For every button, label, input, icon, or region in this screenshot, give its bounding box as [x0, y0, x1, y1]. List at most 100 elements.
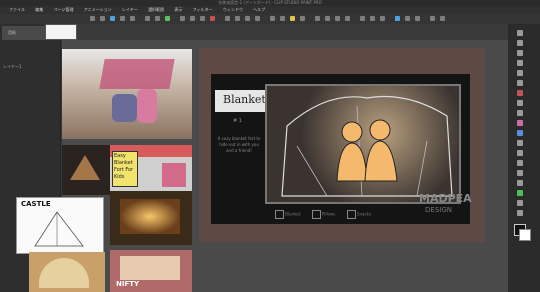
invert-icon[interactable]	[210, 16, 215, 21]
transform-icon[interactable]	[180, 16, 185, 21]
rotate-icon[interactable]	[245, 16, 250, 21]
pencil-icon[interactable]	[517, 40, 523, 46]
pen-icon[interactable]	[517, 30, 523, 36]
fill-icon[interactable]	[335, 16, 340, 21]
command-bar	[0, 14, 540, 24]
photo-nifty: NIFTY	[110, 250, 192, 292]
hand-icon[interactable]	[517, 200, 523, 206]
layer-name: 用紙	[8, 30, 16, 35]
nifty-label: NIFTY	[116, 280, 140, 288]
gradient-icon[interactable]	[517, 100, 523, 106]
snap-icon[interactable]	[290, 16, 295, 21]
check-item: Blanket	[285, 211, 301, 217]
pillow	[162, 163, 186, 187]
photo-fairy-lights	[110, 191, 192, 245]
checkbox-icon[interactable]	[311, 210, 321, 219]
figure-icon[interactable]	[517, 110, 523, 116]
redo-icon[interactable]	[130, 16, 135, 21]
menu-layer[interactable]: レイヤー	[122, 7, 138, 12]
grid-icon[interactable]	[280, 16, 285, 21]
menu-window[interactable]: ウィンドウ	[223, 7, 243, 12]
menu-icon[interactable]	[440, 16, 445, 21]
photo-tent-left	[62, 145, 110, 195]
copy-icon[interactable]	[155, 16, 160, 21]
photo-castle-sketch: CASTLE	[16, 197, 104, 254]
menu-bar: ファイル 編集 ページ管理 アニメーション レイヤー 選択範囲 表示 フィルター…	[0, 6, 540, 14]
photo-blanket-fort	[62, 49, 192, 139]
operation-icon[interactable]	[517, 160, 523, 166]
menu-help[interactable]: ヘルプ	[253, 7, 265, 12]
help-icon[interactable]	[415, 16, 420, 21]
layer-icon[interactable]	[360, 16, 365, 21]
eraser-icon[interactable]	[517, 80, 523, 86]
text-icon[interactable]	[517, 120, 523, 126]
flip-icon[interactable]	[255, 16, 260, 21]
checkbox-icon[interactable]	[275, 210, 284, 219]
nifty-fort	[120, 256, 180, 280]
hand-icon[interactable]	[225, 16, 230, 21]
zoom-icon[interactable]	[235, 16, 240, 21]
menu-animation[interactable]: アニメーション	[84, 7, 112, 12]
brand-logo-top: MADPEA	[419, 192, 472, 205]
menu-selection[interactable]: 選択範囲	[148, 7, 164, 12]
checklist: Blanket Pillows Snacks	[275, 210, 371, 219]
child-figure	[137, 89, 157, 123]
selection-icon[interactable]	[517, 180, 523, 186]
slide-panel: Blanket Fort # 1 A cozy blanket fort to …	[211, 74, 472, 224]
menu-edit[interactable]: 編集	[35, 7, 43, 12]
color-icon[interactable]	[370, 16, 375, 21]
menu-page[interactable]: ページ管理	[54, 7, 74, 12]
eyedropper-icon[interactable]	[517, 190, 523, 196]
new-icon[interactable]	[90, 16, 95, 21]
easy-fort-sign: Easy Blanket Fort For Kids	[112, 151, 138, 187]
brand-logo-bottom: DESIGN	[425, 206, 452, 214]
deselect-icon[interactable]	[190, 16, 195, 21]
photo-easy-fort: Easy Blanket Fort For Kids	[110, 145, 192, 191]
check-item: Snacks	[356, 211, 372, 217]
search-icon[interactable]	[430, 16, 435, 21]
fill-icon[interactable]	[517, 90, 523, 96]
navigator-icon[interactable]	[380, 16, 385, 21]
menu-file[interactable]: ファイル	[9, 7, 25, 12]
sub-color-swatch[interactable]	[519, 229, 531, 241]
check-item: Pillows	[321, 211, 336, 217]
brush-icon[interactable]	[517, 50, 523, 56]
move-icon[interactable]	[517, 170, 523, 176]
ruler-icon[interactable]	[517, 140, 523, 146]
menu-view[interactable]: 表示	[174, 7, 182, 12]
guide-icon[interactable]	[300, 16, 305, 21]
tent-shape	[70, 155, 100, 180]
fort-blanket	[99, 59, 175, 89]
layer-sub-name: レイヤー1	[3, 64, 22, 69]
text-icon[interactable]	[345, 16, 350, 21]
glow-tent	[120, 199, 180, 234]
blend-icon[interactable]	[517, 70, 523, 76]
airbrush-icon[interactable]	[517, 60, 523, 66]
eraser-icon[interactable]	[325, 16, 330, 21]
undo-icon[interactable]	[120, 16, 125, 21]
window-title: 名称未設定-1 (アートボード) - CLIP STUDIO PAINT PRO	[218, 0, 322, 5]
tool-palette	[508, 24, 540, 292]
menu-filter[interactable]: フィルター	[193, 7, 213, 12]
checkbox-icon[interactable]	[346, 210, 356, 219]
canopy-shape	[39, 258, 89, 288]
ruler-icon[interactable]	[270, 16, 275, 21]
balloon-icon[interactable]	[517, 130, 523, 136]
zoom-icon[interactable]	[517, 210, 523, 216]
photo-canopy	[29, 252, 105, 292]
child-figure	[112, 94, 137, 122]
slide-body: A cozy blanket fort to hide out in with …	[217, 136, 261, 153]
paste-icon[interactable]	[165, 16, 170, 21]
info-icon[interactable]	[395, 16, 400, 21]
fort-illustration-frame	[265, 84, 461, 204]
castle-drawing	[34, 211, 84, 247]
cut-icon[interactable]	[145, 16, 150, 21]
settings-icon[interactable]	[405, 16, 410, 21]
slide-subtitle: # 1	[233, 118, 242, 124]
brush-icon[interactable]	[315, 16, 320, 21]
save-icon[interactable]	[110, 16, 115, 21]
correct-line-icon[interactable]	[517, 150, 523, 156]
layer-thumbnail[interactable]	[45, 24, 77, 40]
open-icon[interactable]	[100, 16, 105, 21]
select-all-icon[interactable]	[200, 16, 205, 21]
